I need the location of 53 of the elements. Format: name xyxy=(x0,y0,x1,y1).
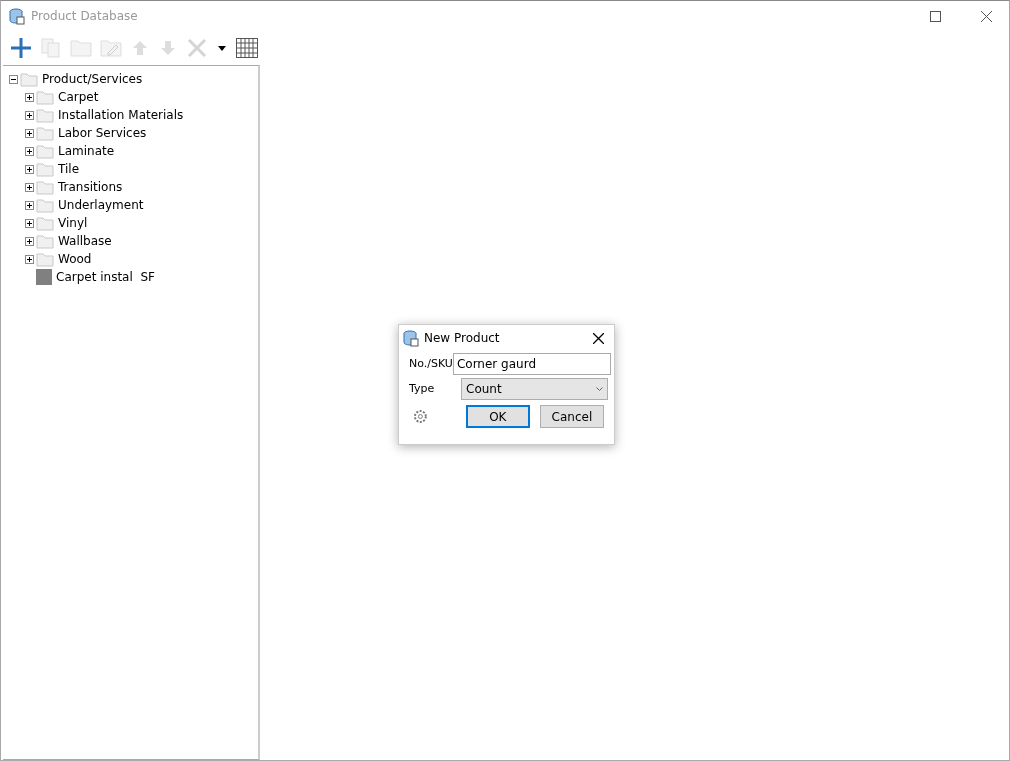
window-title: Product Database xyxy=(31,9,139,23)
type-dropdown[interactable]: Count xyxy=(461,377,608,400)
product-icon xyxy=(36,269,52,285)
sku-field[interactable]: Corner gaurd xyxy=(452,352,611,375)
database-icon xyxy=(403,329,419,347)
folder-icon xyxy=(20,71,38,87)
chevron-down-icon xyxy=(596,386,603,391)
dialog-title: New Product xyxy=(424,331,501,345)
expand-icon[interactable] xyxy=(25,200,34,210)
cancel-button[interactable]: Cancel xyxy=(539,405,604,428)
tree-item[interactable]: Product/Services xyxy=(40,72,143,86)
folder-icon xyxy=(36,215,54,231)
expand-icon[interactable] xyxy=(25,110,34,120)
tree-item[interactable]: Vinyl xyxy=(56,216,88,230)
tree-item[interactable]: Wood xyxy=(56,252,92,266)
gear-icon[interactable] xyxy=(413,409,428,424)
tree-item[interactable]: Wallbase xyxy=(56,234,112,248)
tree-item[interactable]: Transitions xyxy=(56,180,123,194)
folder-icon xyxy=(36,233,54,249)
expand-icon[interactable] xyxy=(25,182,34,192)
folder-icon xyxy=(36,125,54,141)
folder-icon xyxy=(36,161,54,177)
maximize-button[interactable] xyxy=(930,10,941,22)
tree-item[interactable]: Underlayment xyxy=(56,198,144,212)
database-icon xyxy=(9,7,25,25)
close-button[interactable] xyxy=(981,10,992,22)
tree-item[interactable]: Laminate xyxy=(56,144,115,158)
tree-item[interactable]: Carpet instal SF xyxy=(54,270,155,284)
expand-icon[interactable] xyxy=(25,254,34,264)
field-label: No./SKU xyxy=(409,357,453,370)
close-button[interactable] xyxy=(593,332,604,344)
collapse-icon[interactable] xyxy=(9,74,18,84)
folder-icon xyxy=(36,107,54,123)
expand-icon[interactable] xyxy=(25,146,34,156)
tree-item[interactable]: Installation Materials xyxy=(56,108,184,122)
folder-icon xyxy=(36,251,54,267)
expand-icon[interactable] xyxy=(25,218,34,228)
dropdown-button[interactable] xyxy=(218,45,226,51)
folder-icon xyxy=(36,143,54,159)
tree-item[interactable]: Carpet xyxy=(56,90,99,104)
folder-icon xyxy=(36,197,54,213)
folder-icon xyxy=(36,89,54,105)
expand-icon[interactable] xyxy=(25,236,34,246)
field-label: Type xyxy=(409,382,436,395)
expand-icon[interactable] xyxy=(25,92,34,102)
tree-item[interactable]: Tile xyxy=(56,162,79,176)
add-button[interactable] xyxy=(10,37,32,59)
folder-icon xyxy=(36,179,54,195)
tree-item[interactable]: Labor Services xyxy=(56,126,147,140)
expand-icon[interactable] xyxy=(25,164,34,174)
ok-button[interactable]: OK xyxy=(465,405,530,428)
grid-button[interactable] xyxy=(236,38,258,58)
expand-icon[interactable] xyxy=(25,128,34,138)
